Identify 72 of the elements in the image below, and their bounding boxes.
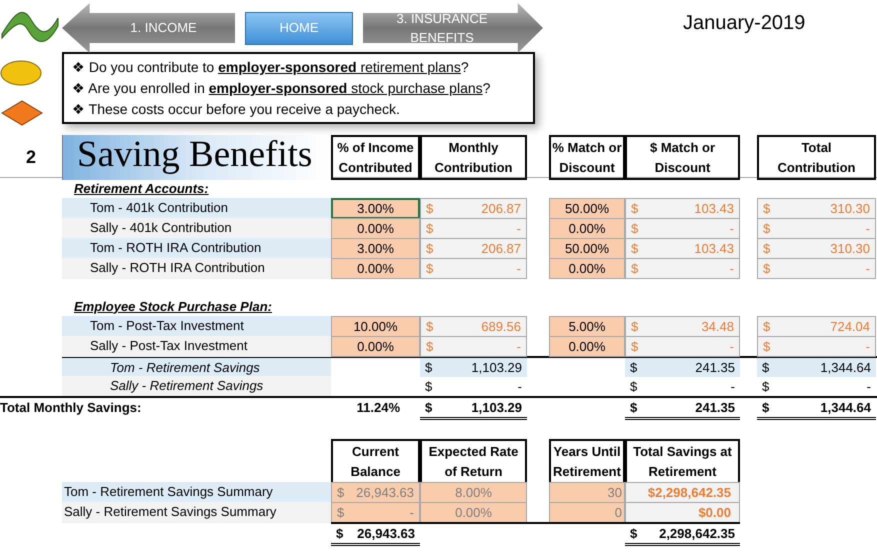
money-cell: $ -	[420, 336, 527, 357]
money-cell: $ -	[757, 336, 876, 357]
date-label: January-2019	[683, 11, 806, 36]
percent-field[interactable]: 0.00%	[331, 258, 420, 279]
row-label: Tom - Retirement Savings	[62, 358, 331, 377]
row-label: Sally - Retirement Savings	[62, 376, 331, 396]
money-cell: $ -	[625, 336, 740, 357]
money-cell: $ -	[625, 258, 740, 279]
table-cell: $2,298,642.35	[625, 482, 740, 503]
percent-field[interactable]: 10.00%	[331, 316, 420, 337]
total-label: Total Monthly Savings:	[0, 399, 142, 417]
money-cell: $ 26,943.63	[331, 522, 420, 546]
money-cell: $ -	[420, 258, 527, 279]
percent-field[interactable]: 5.00%	[549, 316, 625, 337]
money-cell-text: $ -	[424, 378, 523, 396]
row-label: Tom - Post-Tax Investment	[62, 316, 331, 337]
money-cell-text: $ -	[629, 378, 736, 396]
row-label: Tom - ROTH IRA Contribution	[62, 238, 331, 259]
money-cell: $ 1,103.29	[420, 398, 527, 420]
money-cell: $ 1,344.64	[757, 358, 876, 377]
section-number: 2	[24, 146, 37, 169]
ellipse-icon	[0, 60, 42, 86]
money-cell: $ 34.48	[625, 316, 740, 337]
money-cell: $ 689.56	[420, 316, 527, 337]
note-text: ❖ These costs occur before you receive a paycheck.	[72, 100, 401, 119]
money-cell: $ 241.35	[625, 398, 740, 420]
money-cell: $ 206.87	[420, 198, 527, 219]
column-header: Total Contribution	[757, 135, 876, 180]
row-label: Tom - 401k Contribution	[62, 198, 331, 219]
column-header: $ Match or Discount	[625, 135, 740, 180]
percent-field[interactable]: 0.00%	[549, 218, 625, 239]
percent-field[interactable]: 50.00%	[549, 198, 625, 219]
percent-field[interactable]: 0.00%	[549, 336, 625, 357]
percent-field[interactable]: 0.00%	[549, 258, 625, 279]
money-cell: $ 724.04	[757, 316, 876, 337]
row-label: Sally - Retirement Savings Summary	[62, 502, 331, 523]
column-header: Monthly Contribution	[420, 135, 527, 180]
group-heading: Retirement Accounts:	[73, 180, 210, 198]
table-cell: $0.00	[625, 502, 740, 523]
money-cell: $ -	[757, 218, 876, 239]
row-label: Sally - Post-Tax Investment	[62, 336, 331, 357]
note-text: ❖ Do you contribute to employer-sponsored retirement plans?	[72, 58, 470, 77]
percent-field[interactable]: 3.00%	[331, 198, 420, 219]
back-arrow-button[interactable]: 1. INCOME	[62, 3, 235, 53]
percent-field[interactable]: 50.00%	[549, 238, 625, 259]
money-cell: $ 206.87	[420, 238, 527, 259]
forward-arrow-button[interactable]: 3. INSURANCE BENEFITS	[363, 3, 543, 53]
percent-field[interactable]: 0.00%	[331, 336, 420, 357]
row-label: Tom - Retirement Savings Summary	[62, 482, 331, 503]
money-cell: $ 1,103.29	[420, 358, 527, 377]
row-label: Sally - ROTH IRA Contribution	[62, 258, 331, 279]
money-cell: $ -	[625, 218, 740, 239]
money-cell: $ -	[420, 218, 527, 239]
column-header: % Match or Discount	[549, 135, 625, 180]
money-cell: $ 310.30	[757, 238, 876, 259]
money-cell: $ 1,344.64	[757, 398, 876, 420]
diamond-icon	[0, 100, 44, 126]
money-cell: $ 310.30	[757, 198, 876, 219]
percent-field[interactable]: 0.00%	[331, 218, 420, 239]
percent-field[interactable]: 3.00%	[331, 238, 420, 259]
total-percent: 11.24%	[356, 399, 401, 417]
money-cell: $ 241.35	[625, 358, 740, 377]
note-text: ❖ Are you enrolled in employer-sponsored stock purchase plans?	[72, 79, 492, 98]
money-cell: $ 2,298,642.35	[625, 522, 740, 546]
column-header: % of Income Contributed	[331, 135, 420, 180]
money-cell: $ -	[757, 258, 876, 279]
group-heading: Employee Stock Purchase Plan:	[73, 298, 273, 316]
row-label: Sally - 401k Contribution	[62, 218, 331, 239]
money-cell-text: $ -	[761, 378, 872, 396]
money-cell: $ 103.43	[625, 198, 740, 219]
money-cell: $ 103.43	[625, 238, 740, 259]
section-title: Saving Benefits	[62, 135, 331, 180]
